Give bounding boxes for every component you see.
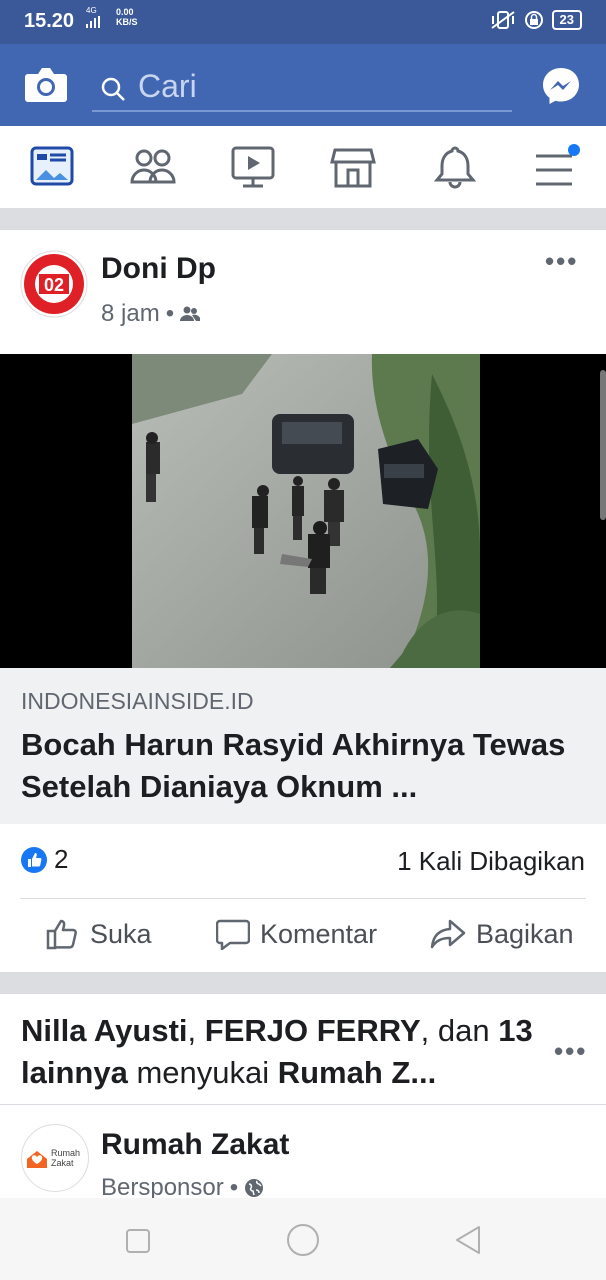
like-reaction-icon (21, 846, 47, 873)
link-domain: INDONESIAINSIDE.ID (21, 688, 254, 714)
sponsor-avatar[interactable]: Rumah Zakat (21, 1124, 89, 1192)
menu-icon[interactable] (532, 144, 584, 190)
messenger-icon[interactable] (541, 66, 581, 106)
rumah-zakat-logo-icon (27, 1151, 47, 1168)
signal-icon (86, 16, 100, 28)
vibrate-icon (490, 11, 515, 29)
network-speed: 0.00 KB/S (116, 7, 138, 27)
like-label: Suka (90, 918, 152, 949)
speed-value: 0.00 (116, 7, 134, 17)
post-time[interactable]: 8 jam (101, 300, 160, 328)
logo-text-2: Zakat (51, 1158, 74, 1168)
system-nav-bar (0, 1198, 606, 1280)
sponsor-divider (0, 1104, 606, 1105)
app-header: Cari (0, 44, 606, 126)
status-bar: 15.20 4G 0.00 KB/S 23 (0, 0, 606, 44)
network-type: 4G (86, 6, 97, 15)
battery-level: 23 (551, 10, 582, 30)
sponsor-name[interactable]: Rumah Zakat (101, 1128, 289, 1162)
tab-bar (0, 126, 606, 209)
speed-unit: KB/S (116, 17, 138, 27)
sponsored-label[interactable]: Bersponsor (101, 1174, 224, 1198)
comment-icon (216, 919, 250, 950)
post-meta: 8 jam • (101, 300, 201, 328)
scrollbar[interactable] (600, 370, 606, 520)
reaction-count: 2 (54, 844, 69, 874)
friends-audience-icon (180, 306, 201, 321)
avatar-text: 02 (44, 275, 64, 295)
reactions-summary[interactable]: 2 (20, 844, 68, 875)
social-context: Nilla Ayusti, FERJO FERRY, dan 13 lainny… (21, 1010, 541, 1094)
back-icon[interactable] (454, 1225, 482, 1255)
post-card: 02 Doni Dp 8 jam • ••• INDONESIAINSIDE.I… (0, 230, 606, 972)
recents-icon[interactable] (125, 1228, 151, 1254)
logo-text-1: Rumah (51, 1148, 81, 1158)
share-icon (430, 919, 466, 949)
post-options-icon[interactable]: ••• (545, 246, 578, 277)
sponsored-card: Nilla Ayusti, FERJO FERRY, dan 13 lainny… (0, 994, 606, 1198)
liker-name-1[interactable]: Nilla Ayusti (21, 1013, 188, 1048)
link-preview[interactable]: INDONESIAINSIDE.ID Bocah Harun Rasyid Ak… (0, 668, 606, 824)
author-name[interactable]: Doni Dp (101, 252, 216, 286)
and-text: , dan (420, 1013, 490, 1048)
verb-text: menyukai (127, 1055, 278, 1090)
sponsor-meta: Bersponsor • (101, 1174, 264, 1198)
search-bar[interactable]: Cari (92, 64, 512, 112)
actions-divider (20, 898, 586, 899)
comment-label: Komentar (260, 918, 378, 949)
share-button[interactable]: Bagikan (430, 918, 574, 950)
camera-icon[interactable] (24, 64, 68, 104)
home-icon[interactable] (286, 1223, 320, 1257)
menu-badge (568, 144, 580, 156)
sponsored-options-icon[interactable]: ••• (554, 1036, 587, 1067)
meta-separator: • (229, 1174, 239, 1198)
network-indicator: 4G (86, 6, 100, 28)
thumbs-up-icon (46, 919, 77, 950)
lock-rotation-icon (524, 11, 543, 29)
groups-icon[interactable] (128, 144, 178, 190)
marketplace-icon[interactable] (328, 144, 378, 190)
search-icon (101, 77, 125, 101)
globe-icon (245, 1179, 264, 1197)
share-count[interactable]: 1 Kali Dibagikan (397, 846, 585, 877)
like-button[interactable]: Suka (46, 918, 152, 950)
video-thumbnail[interactable] (0, 354, 606, 668)
comment-button[interactable]: Komentar (216, 918, 377, 950)
liker-name-2[interactable]: FERJO FERRY (205, 1013, 421, 1048)
feed-divider (0, 208, 606, 230)
status-time: 15.20 (24, 10, 75, 32)
link-title: Bocah Harun Rasyid Akhirnya Tewas Setela… (21, 727, 566, 804)
video-frame-image (132, 354, 480, 668)
search-placeholder: Cari (138, 68, 197, 104)
liked-page-name[interactable]: Rumah Z... (278, 1055, 436, 1090)
meta-separator: • (165, 300, 175, 327)
separator: , (187, 1013, 205, 1048)
share-label: Bagikan (476, 918, 574, 949)
author-avatar[interactable]: 02 (20, 250, 88, 318)
watch-icon[interactable] (228, 144, 278, 190)
sponsor-logo-text: Rumah Zakat (51, 1148, 80, 1168)
notifications-icon[interactable] (430, 144, 480, 190)
news-feed-icon[interactable] (28, 144, 78, 190)
